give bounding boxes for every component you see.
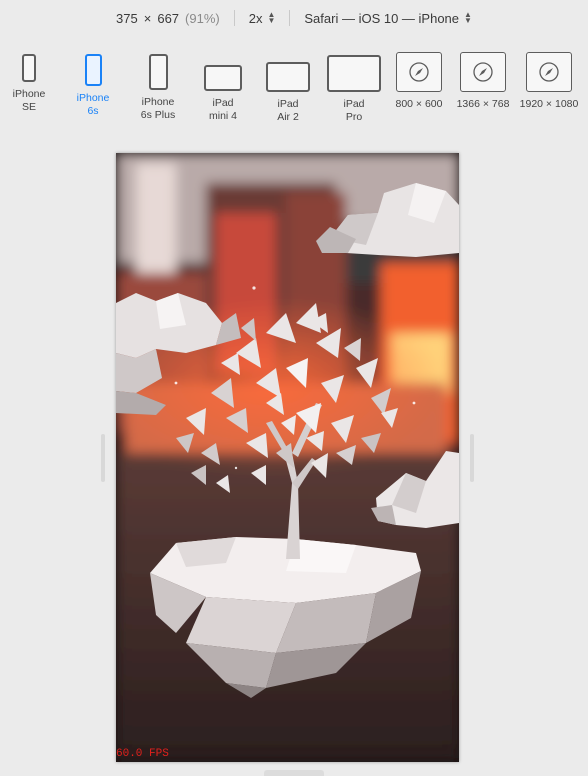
device-presets: iPhone SE iPhone 6s iPhone 6s Plus iPad … <box>0 50 588 130</box>
device-800x600[interactable]: 800 × 600 <box>392 52 446 111</box>
device-label: iPad Pro <box>343 98 365 123</box>
phone-icon <box>22 54 36 82</box>
compass-icon <box>396 52 442 92</box>
phone-icon <box>84 54 102 86</box>
resize-handle-bottom[interactable] <box>264 770 324 776</box>
device-label: iPad Air 2 <box>277 98 299 123</box>
scene-render <box>116 153 459 762</box>
device-ipad-pro[interactable]: iPad Pro <box>326 55 382 124</box>
device-label: iPhone 6s Plus <box>140 96 176 121</box>
device-label: 1366 × 768 <box>456 98 510 110</box>
viewport-dimensions[interactable]: 375 × 667 (91%) <box>116 11 220 26</box>
user-agent-value: Safari — iOS 10 — iPhone <box>304 10 460 26</box>
fps-counter: 60.0 FPS <box>116 748 169 760</box>
toolbar-divider <box>233 10 235 26</box>
compass-icon <box>460 52 506 92</box>
resize-handle-left[interactable] <box>101 434 105 482</box>
device-label: 800 × 600 <box>395 98 443 110</box>
phone-icon <box>148 54 168 90</box>
compass-icon <box>526 52 572 92</box>
device-iphone-6s[interactable]: iPhone 6s <box>72 54 114 118</box>
tablet-icon <box>266 62 310 92</box>
toolbar-divider <box>289 10 291 26</box>
scale-percentage: (91%) <box>185 10 220 26</box>
device-1920x1080[interactable]: 1920 × 1080 <box>516 52 582 111</box>
device-iphone-6s-plus[interactable]: iPhone 6s Plus <box>134 54 182 122</box>
viewport-canvas[interactable]: 60.0 FPS <box>116 153 459 762</box>
tablet-icon <box>204 65 242 91</box>
device-label: iPhone SE <box>12 88 46 113</box>
dimension-separator: × <box>143 10 152 26</box>
device-iphone-se[interactable]: iPhone SE <box>8 54 50 114</box>
device-1366x768[interactable]: 1366 × 768 <box>452 52 514 111</box>
device-label: iPad mini 4 <box>208 97 237 122</box>
responsive-toolbar: 375 × 667 (91%) 2x ▲ ▼ Safari — iOS 10 — … <box>0 0 588 36</box>
tablet-icon <box>327 55 381 92</box>
chevron-updown-icon: ▲ ▼ <box>267 10 276 25</box>
viewport-width[interactable]: 375 <box>116 11 138 26</box>
device-label: 1920 × 1080 <box>519 98 579 110</box>
viewport-height[interactable]: 667 <box>157 11 179 26</box>
pixel-ratio-value: 2x <box>248 10 263 26</box>
user-agent-select[interactable]: Safari — iOS 10 — iPhone ▲ ▼ <box>304 11 472 26</box>
device-ipad-mini-4[interactable]: iPad mini 4 <box>200 65 246 123</box>
resize-handle-right[interactable] <box>470 434 474 482</box>
device-ipad-air-2[interactable]: iPad Air 2 <box>264 62 312 124</box>
pixel-ratio-select[interactable]: 2x ▲ ▼ <box>249 11 276 26</box>
device-label: iPhone 6s <box>76 92 110 117</box>
chevron-updown-icon: ▲ ▼ <box>464 10 472 25</box>
